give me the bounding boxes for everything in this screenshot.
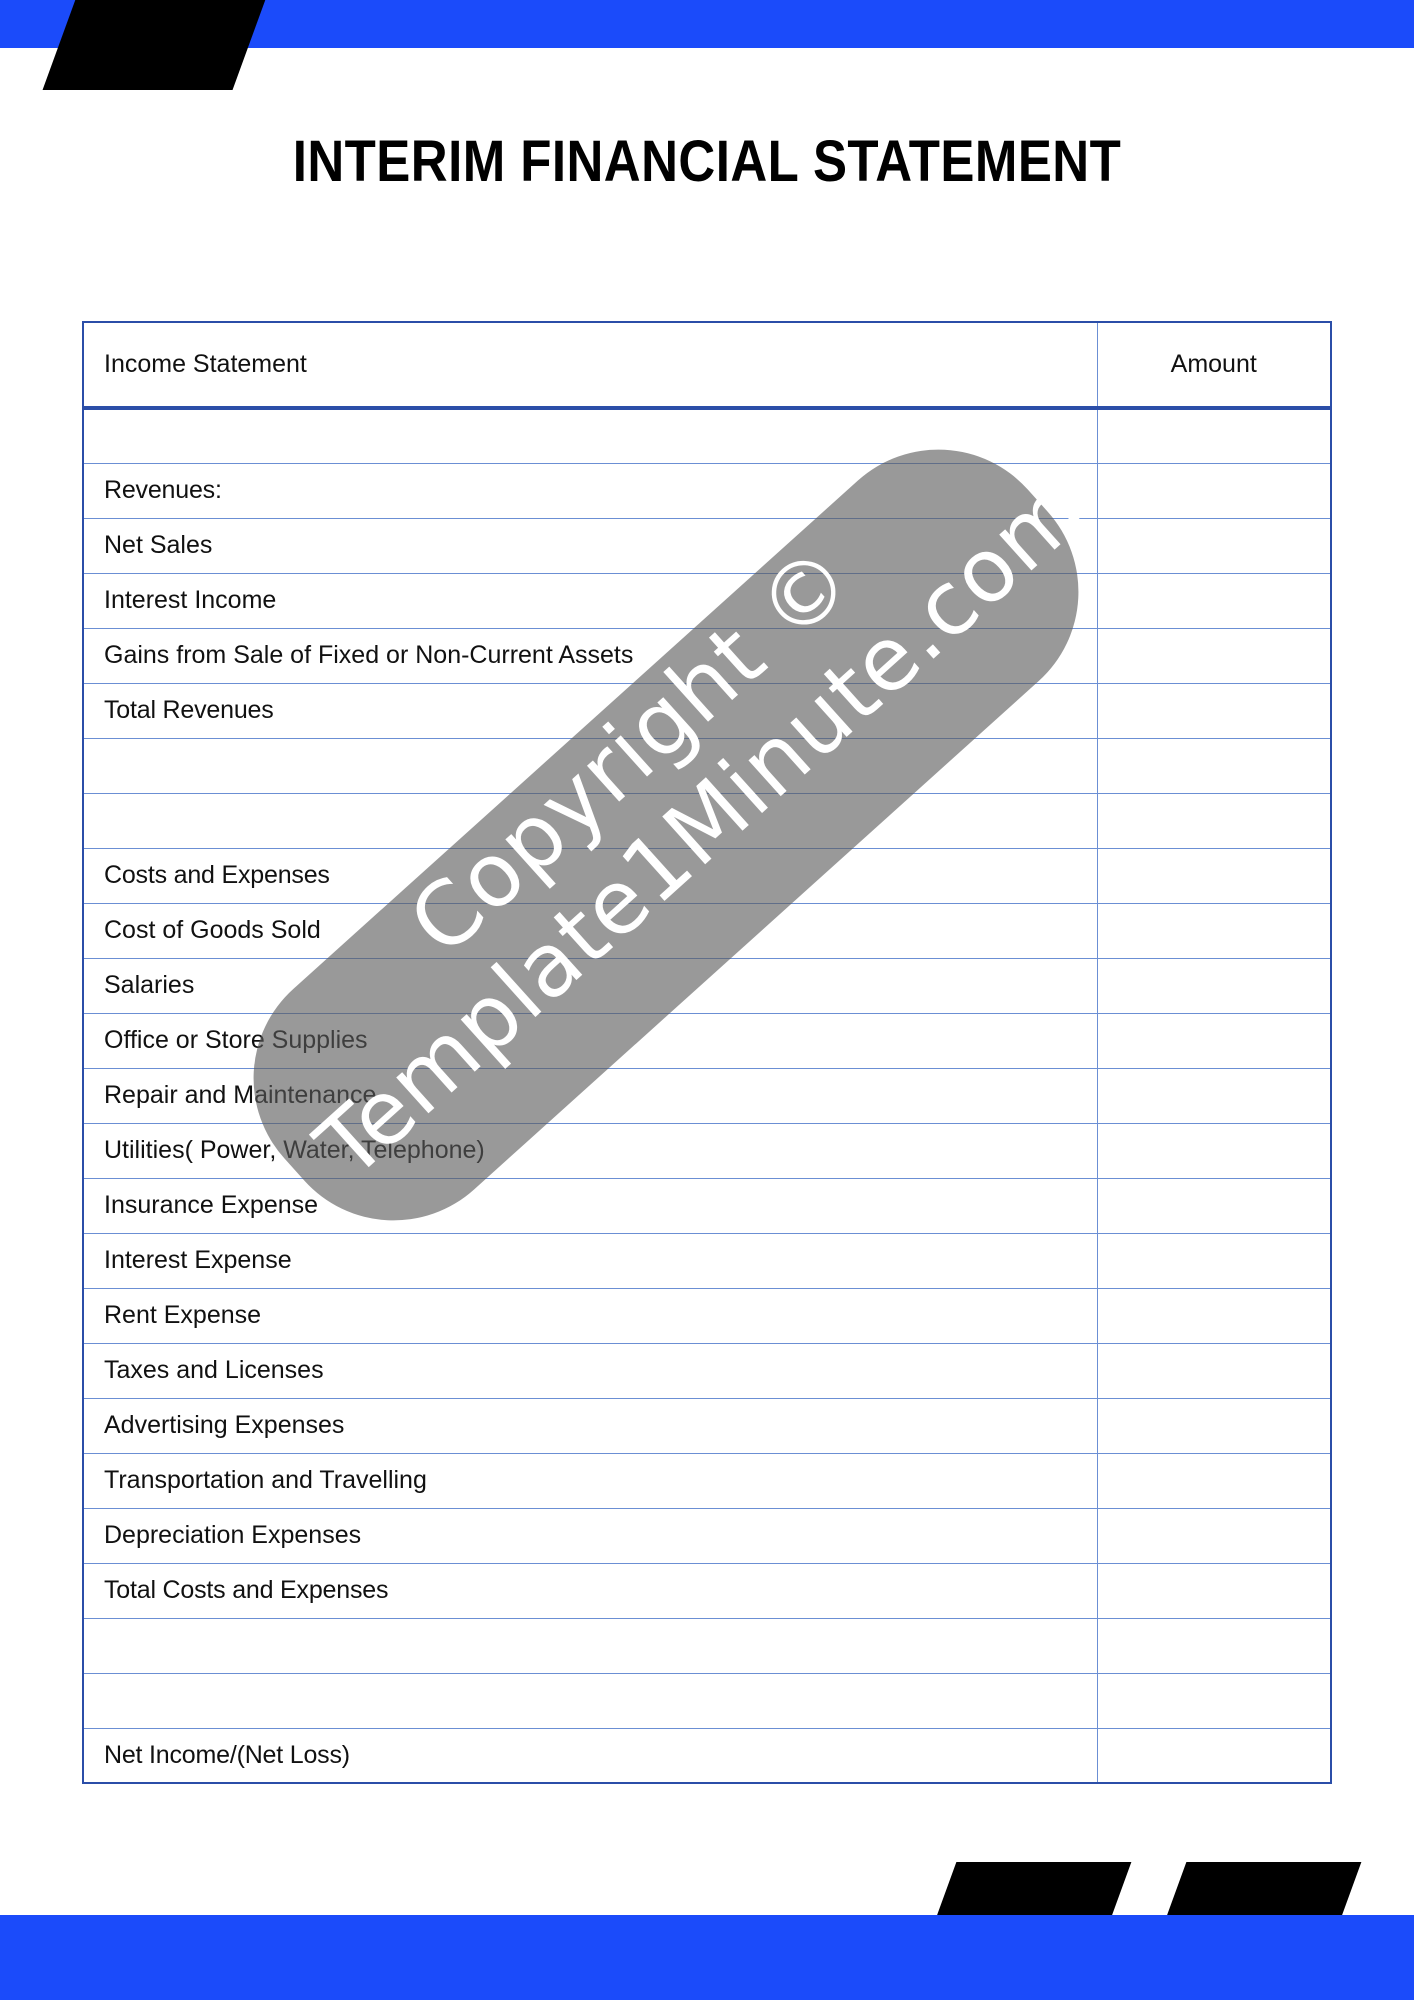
row-amount-cell[interactable] (1096, 1177, 1331, 1234)
row-label: Total Revenues (83, 682, 1098, 739)
income-statement-table-container: Income Statement Amount Revenues: Net Sal… (82, 321, 1332, 1784)
row-amount-cell[interactable] (1096, 1672, 1331, 1729)
row-label: Taxes and Licenses (83, 1342, 1098, 1399)
table-row (83, 737, 1331, 794)
row-amount-cell[interactable] (1096, 627, 1331, 684)
row-amount-cell[interactable] (1096, 517, 1331, 574)
row-amount-cell[interactable] (1096, 792, 1331, 849)
row-amount-cell[interactable] (1096, 1342, 1331, 1399)
page-canvas: INTERIM FINANCIAL STATEMENT Income State… (0, 0, 1414, 2000)
row-label: Interest Income (83, 572, 1098, 629)
row-amount-cell[interactable] (1096, 1617, 1331, 1674)
column-header-amount: Amount (1096, 322, 1331, 410)
row-amount-cell[interactable] (1096, 737, 1331, 794)
page-title: INTERIM FINANCIAL STATEMENT (292, 129, 1122, 194)
table-row: Repair and Maintenance (83, 1067, 1331, 1124)
row-amount-cell[interactable] (1096, 847, 1331, 904)
row-label: Net Income/(Net Loss) (83, 1727, 1098, 1783)
table-row: Costs and Expenses (83, 847, 1331, 904)
row-amount-cell[interactable] (1096, 1727, 1331, 1783)
row-label: Salaries (83, 957, 1098, 1014)
bottom-accent-bar (0, 1915, 1414, 2000)
table-row (83, 1672, 1331, 1729)
table-row: Insurance Expense (83, 1177, 1331, 1234)
row-amount-cell[interactable] (1096, 1397, 1331, 1454)
row-label-empty (83, 1617, 1098, 1674)
row-label: Transportation and Travelling (83, 1452, 1098, 1509)
row-label: Interest Expense (83, 1232, 1098, 1289)
table-row: Revenues: (83, 462, 1331, 519)
table-row: Rent Expense (83, 1287, 1331, 1344)
row-label: Revenues: (83, 462, 1098, 519)
row-label: Advertising Expenses (83, 1397, 1098, 1454)
table-row: Advertising Expenses (83, 1397, 1331, 1454)
table-row: Salaries (83, 957, 1331, 1014)
row-label: Insurance Expense (83, 1177, 1098, 1234)
row-label: Gains from Sale of Fixed or Non-Current … (83, 627, 1098, 684)
row-label-empty (83, 737, 1098, 794)
row-label: Rent Expense (83, 1287, 1098, 1344)
row-amount-cell[interactable] (1096, 682, 1331, 739)
table-row: Interest Income (83, 572, 1331, 629)
row-label: Costs and Expenses (83, 847, 1098, 904)
row-amount-cell[interactable] (1096, 1012, 1331, 1069)
row-amount-cell[interactable] (1096, 902, 1331, 959)
row-amount-cell[interactable] (1096, 1067, 1331, 1124)
table-row: Net Sales (83, 517, 1331, 574)
row-label: Utilities( Power, Water, Telephone) (83, 1122, 1098, 1179)
table-row: Utilities( Power, Water, Telephone) (83, 1122, 1331, 1179)
row-amount-cell[interactable] (1096, 957, 1331, 1014)
row-label-empty (83, 792, 1098, 849)
row-label-empty (83, 407, 1098, 464)
table-row: Gains from Sale of Fixed or Non-Current … (83, 627, 1331, 684)
row-label: Cost of Goods Sold (83, 902, 1098, 959)
row-label: Repair and Maintenance (83, 1067, 1098, 1124)
table-row (83, 1617, 1331, 1674)
row-label: Depreciation Expenses (83, 1507, 1098, 1564)
table-row: Depreciation Expenses (83, 1507, 1331, 1564)
column-header-income-statement: Income Statement (83, 322, 1098, 410)
table-row (83, 792, 1331, 849)
row-amount-cell[interactable] (1096, 1452, 1331, 1509)
row-label: Total Costs and Expenses (83, 1562, 1098, 1619)
row-amount-cell[interactable] (1096, 462, 1331, 519)
row-amount-cell[interactable] (1096, 572, 1331, 629)
table-row: Interest Expense (83, 1232, 1331, 1289)
table-row: Total Revenues (83, 682, 1331, 739)
row-amount-cell[interactable] (1096, 407, 1331, 464)
row-amount-cell[interactable] (1096, 1287, 1331, 1344)
table-row: Total Costs and Expenses (83, 1562, 1331, 1619)
top-left-decorative-parallelogram (42, 0, 268, 90)
income-statement-table: Income Statement Amount Revenues: Net Sal… (82, 321, 1332, 1784)
table-header-row: Income Statement Amount (83, 322, 1331, 410)
row-amount-cell[interactable] (1096, 1562, 1331, 1619)
table-body: Income Statement Amount Revenues: Net Sal… (83, 322, 1331, 1783)
row-label: Office or Store Supplies (83, 1012, 1098, 1069)
table-row (83, 407, 1331, 464)
row-amount-cell[interactable] (1096, 1232, 1331, 1289)
row-amount-cell[interactable] (1096, 1507, 1331, 1564)
table-row: Office or Store Supplies (83, 1012, 1331, 1069)
table-row: Transportation and Travelling (83, 1452, 1331, 1509)
table-row: Cost of Goods Sold (83, 902, 1331, 959)
row-amount-cell[interactable] (1096, 1122, 1331, 1179)
row-label-empty (83, 1672, 1098, 1729)
table-row: Taxes and Licenses (83, 1342, 1331, 1399)
row-label: Net Sales (83, 517, 1098, 574)
table-row: Net Income/(Net Loss) (83, 1727, 1331, 1783)
